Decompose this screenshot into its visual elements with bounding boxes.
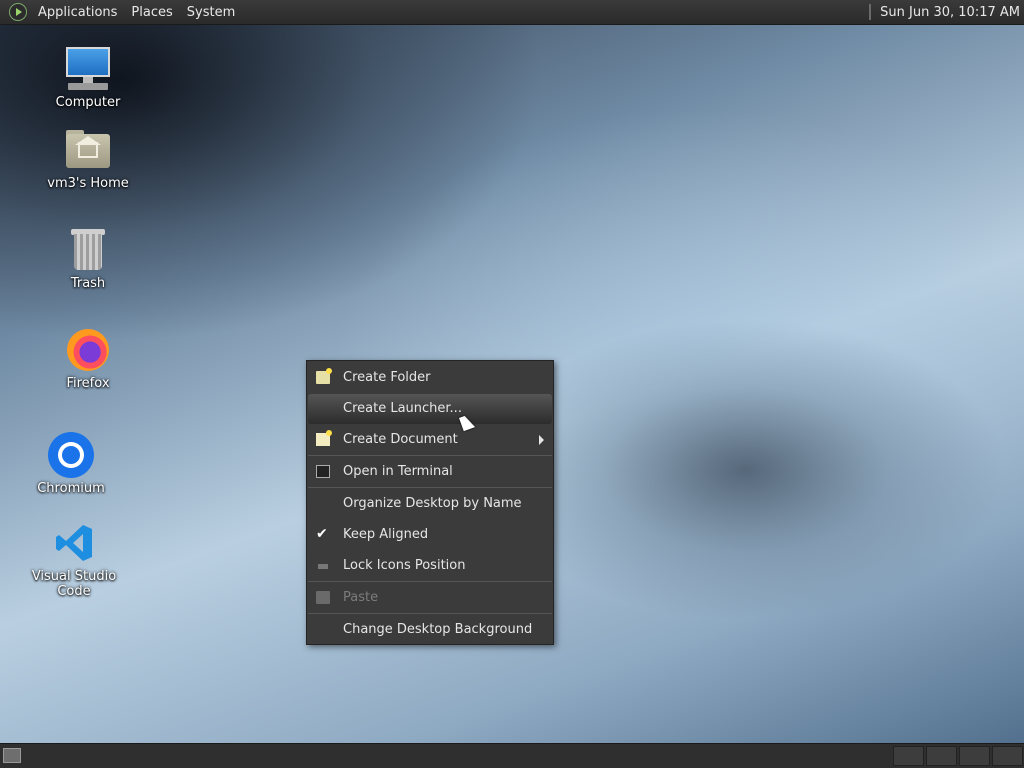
panel-separator <box>869 4 872 20</box>
trash-icon <box>64 226 112 274</box>
menu-separator <box>308 581 552 582</box>
menu-item-label: Organize Desktop by Name <box>343 496 522 511</box>
menu-item-label: Paste <box>343 590 379 605</box>
menu-item-create-folder[interactable]: Create Folder <box>308 363 552 393</box>
workspace-switcher-3[interactable] <box>959 746 990 766</box>
menu-item-label: Keep Aligned <box>343 527 429 542</box>
desktop-icon-label: vm3's Home <box>47 176 129 191</box>
desktop-icon-vscode[interactable]: Visual Studio Code <box>19 519 129 599</box>
desktop-icon-label: Visual Studio Code <box>31 569 117 599</box>
vscode-icon <box>50 519 98 567</box>
menu-separator <box>308 455 552 456</box>
menu-item-create-document[interactable]: Create Document <box>308 425 552 455</box>
menu-item-open-terminal[interactable]: Open in Terminal <box>308 457 552 487</box>
menu-item-label: Create Folder <box>343 370 431 385</box>
lock-icon <box>318 564 328 569</box>
workspace-switcher-2[interactable] <box>926 746 957 766</box>
places-menu[interactable]: Places <box>124 0 179 25</box>
menu-item-lock-icons[interactable]: Lock Icons Position <box>308 551 552 581</box>
mate-logo-icon[interactable] <box>9 3 27 21</box>
new-document-icon <box>316 430 332 446</box>
desktop-icon-chromium[interactable]: Chromium <box>16 431 126 496</box>
clock[interactable]: Sun Jun 30, 10:17 AM <box>880 5 1024 20</box>
desktop-icon-firefox[interactable]: Firefox <box>33 326 143 391</box>
desktop-icon-label: Firefox <box>66 376 110 391</box>
workspace-switcher-1[interactable] <box>893 746 924 766</box>
workspace-switcher-4[interactable] <box>992 746 1023 766</box>
firefox-icon <box>64 326 112 374</box>
paste-icon <box>316 591 330 604</box>
desktop-icon-trash[interactable]: Trash <box>33 226 143 291</box>
terminal-icon <box>316 465 330 478</box>
chromium-icon <box>47 431 95 479</box>
desktop-context-menu: Create Folder Create Launcher... Create … <box>306 360 554 645</box>
new-folder-icon <box>316 368 332 384</box>
menu-item-paste: Paste <box>308 583 552 613</box>
bottom-panel <box>0 743 1024 768</box>
system-menu[interactable]: System <box>180 0 242 25</box>
menu-item-label: Create Launcher... <box>343 401 462 416</box>
desktop-icon-home[interactable]: vm3's Home <box>33 126 143 191</box>
top-panel: Applications Places System Sun Jun 30, 1… <box>0 0 1024 25</box>
menu-item-label: Open in Terminal <box>343 464 453 479</box>
show-desktop-button[interactable] <box>3 748 21 763</box>
menu-item-label: Lock Icons Position <box>343 558 466 573</box>
menu-item-label: Create Document <box>343 432 458 447</box>
home-folder-icon <box>64 126 112 174</box>
menu-item-label: Change Desktop Background <box>343 622 533 637</box>
menu-item-organize-desktop[interactable]: Organize Desktop by Name <box>308 489 552 519</box>
checkmark-icon: ✔ <box>316 526 328 542</box>
computer-icon <box>64 45 112 93</box>
submenu-arrow-icon <box>539 435 544 445</box>
menu-separator <box>308 613 552 614</box>
menu-item-create-launcher[interactable]: Create Launcher... <box>308 394 552 424</box>
desktop-icon-label: Computer <box>55 95 121 110</box>
desktop-icon-label: Trash <box>70 276 106 291</box>
applications-menu[interactable]: Applications <box>31 0 124 25</box>
desktop-icon-label: Chromium <box>37 481 105 496</box>
desktop-icon-computer[interactable]: Computer <box>33 45 143 110</box>
menu-separator <box>308 487 552 488</box>
menu-item-change-background[interactable]: Change Desktop Background <box>308 615 552 645</box>
menu-item-keep-aligned[interactable]: ✔ Keep Aligned <box>308 520 552 550</box>
